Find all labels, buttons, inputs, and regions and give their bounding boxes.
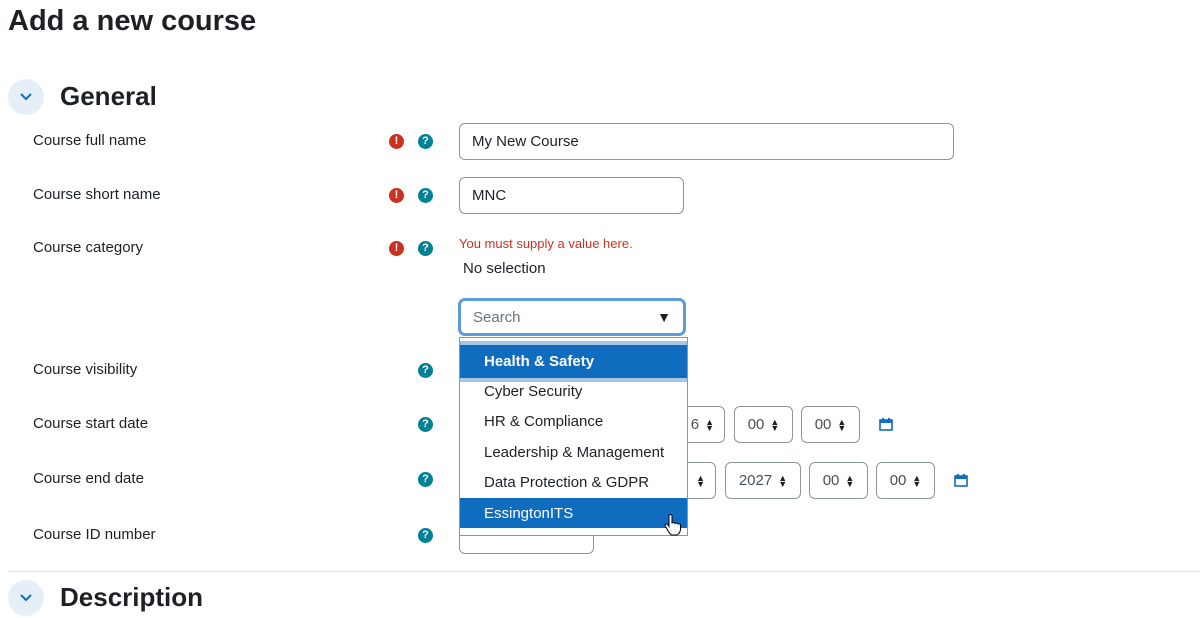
enddate-minute-select[interactable]: 00 ▲ ▼	[876, 462, 935, 499]
category-option[interactable]: EssingtonITS	[460, 498, 687, 528]
category-option[interactable]: Leadership & Management	[460, 437, 687, 467]
label-fullname: Course full name	[33, 132, 147, 149]
collapse-description-toggle[interactable]	[8, 580, 44, 616]
updown-icon: ▲ ▼	[912, 472, 922, 489]
enddate-year-value: 2027	[738, 472, 773, 489]
updown-icon: ▲ ▼	[778, 472, 788, 489]
help-icon[interactable]: ?	[418, 417, 433, 432]
section-divider	[8, 571, 1200, 572]
calendar-icon[interactable]	[954, 474, 968, 487]
enddate-hour-value: 00	[822, 472, 840, 489]
hand-cursor-icon	[664, 514, 681, 536]
startdate-minute-value: 00	[814, 416, 832, 433]
label-visibility: Course visibility	[33, 361, 138, 378]
updown-icon: ▲ ▼	[837, 416, 847, 433]
startdate-minute-select[interactable]: 00 ▲ ▼	[801, 406, 860, 443]
search-placeholder: Search	[473, 308, 521, 326]
startdate-hour-select[interactable]: 00 ▲ ▼	[734, 406, 793, 443]
category-option[interactable]: Cyber Security	[460, 376, 687, 406]
section-title-general: General	[60, 81, 157, 111]
help-icon[interactable]: ?	[418, 188, 433, 203]
enddate-hour-select[interactable]: 00 ▲ ▼	[809, 462, 868, 499]
category-error-message: You must supply a value here.	[459, 236, 633, 251]
category-option[interactable]: Data Protection & GDPR	[460, 467, 687, 497]
updown-icon: ▲ ▼	[770, 416, 780, 433]
startdate-year-partial: 6	[690, 416, 700, 433]
help-icon[interactable]: ?	[418, 472, 433, 487]
required-icon[interactable]: !	[389, 241, 404, 256]
category-option[interactable]: HR & Compliance	[460, 406, 687, 436]
label-shortname: Course short name	[33, 186, 161, 203]
updown-icon: ▲ ▼	[845, 472, 855, 489]
enddate-minute-value: 00	[889, 472, 907, 489]
help-icon[interactable]: ?	[418, 241, 433, 256]
updown-icon: ▲ ▼	[705, 416, 714, 433]
section-title-description: Description	[60, 582, 204, 612]
category-dropdown-list: Health & Safety Cyber Security HR & Comp…	[459, 337, 688, 536]
startdate-hour-value: 00	[747, 416, 765, 433]
label-category: Course category	[33, 239, 144, 256]
required-icon[interactable]: !	[389, 188, 404, 203]
label-startdate: Course start date	[33, 415, 149, 432]
help-icon[interactable]: ?	[418, 363, 433, 378]
calendar-icon[interactable]	[879, 418, 893, 431]
enddate-year-select[interactable]: 2027 ▲ ▼	[725, 462, 801, 499]
help-icon[interactable]: ?	[418, 528, 433, 543]
collapse-general-toggle[interactable]	[8, 79, 44, 115]
required-icon[interactable]: !	[389, 134, 404, 149]
chevron-down-icon	[20, 93, 32, 101]
dropdown-caret-icon[interactable]: ▼	[657, 309, 671, 325]
chevron-down-icon	[20, 594, 32, 602]
category-selection-text: No selection	[463, 260, 546, 277]
shortname-input[interactable]	[459, 177, 684, 214]
label-enddate: Course end date	[33, 470, 144, 487]
fullname-input[interactable]	[459, 123, 954, 160]
category-search-combobox[interactable]: Search ▼	[458, 298, 686, 336]
updown-icon: ▲ ▼	[696, 472, 705, 489]
help-icon[interactable]: ?	[418, 134, 433, 149]
page-title: Add a new course	[8, 5, 257, 37]
label-idnumber: Course ID number	[33, 526, 156, 543]
